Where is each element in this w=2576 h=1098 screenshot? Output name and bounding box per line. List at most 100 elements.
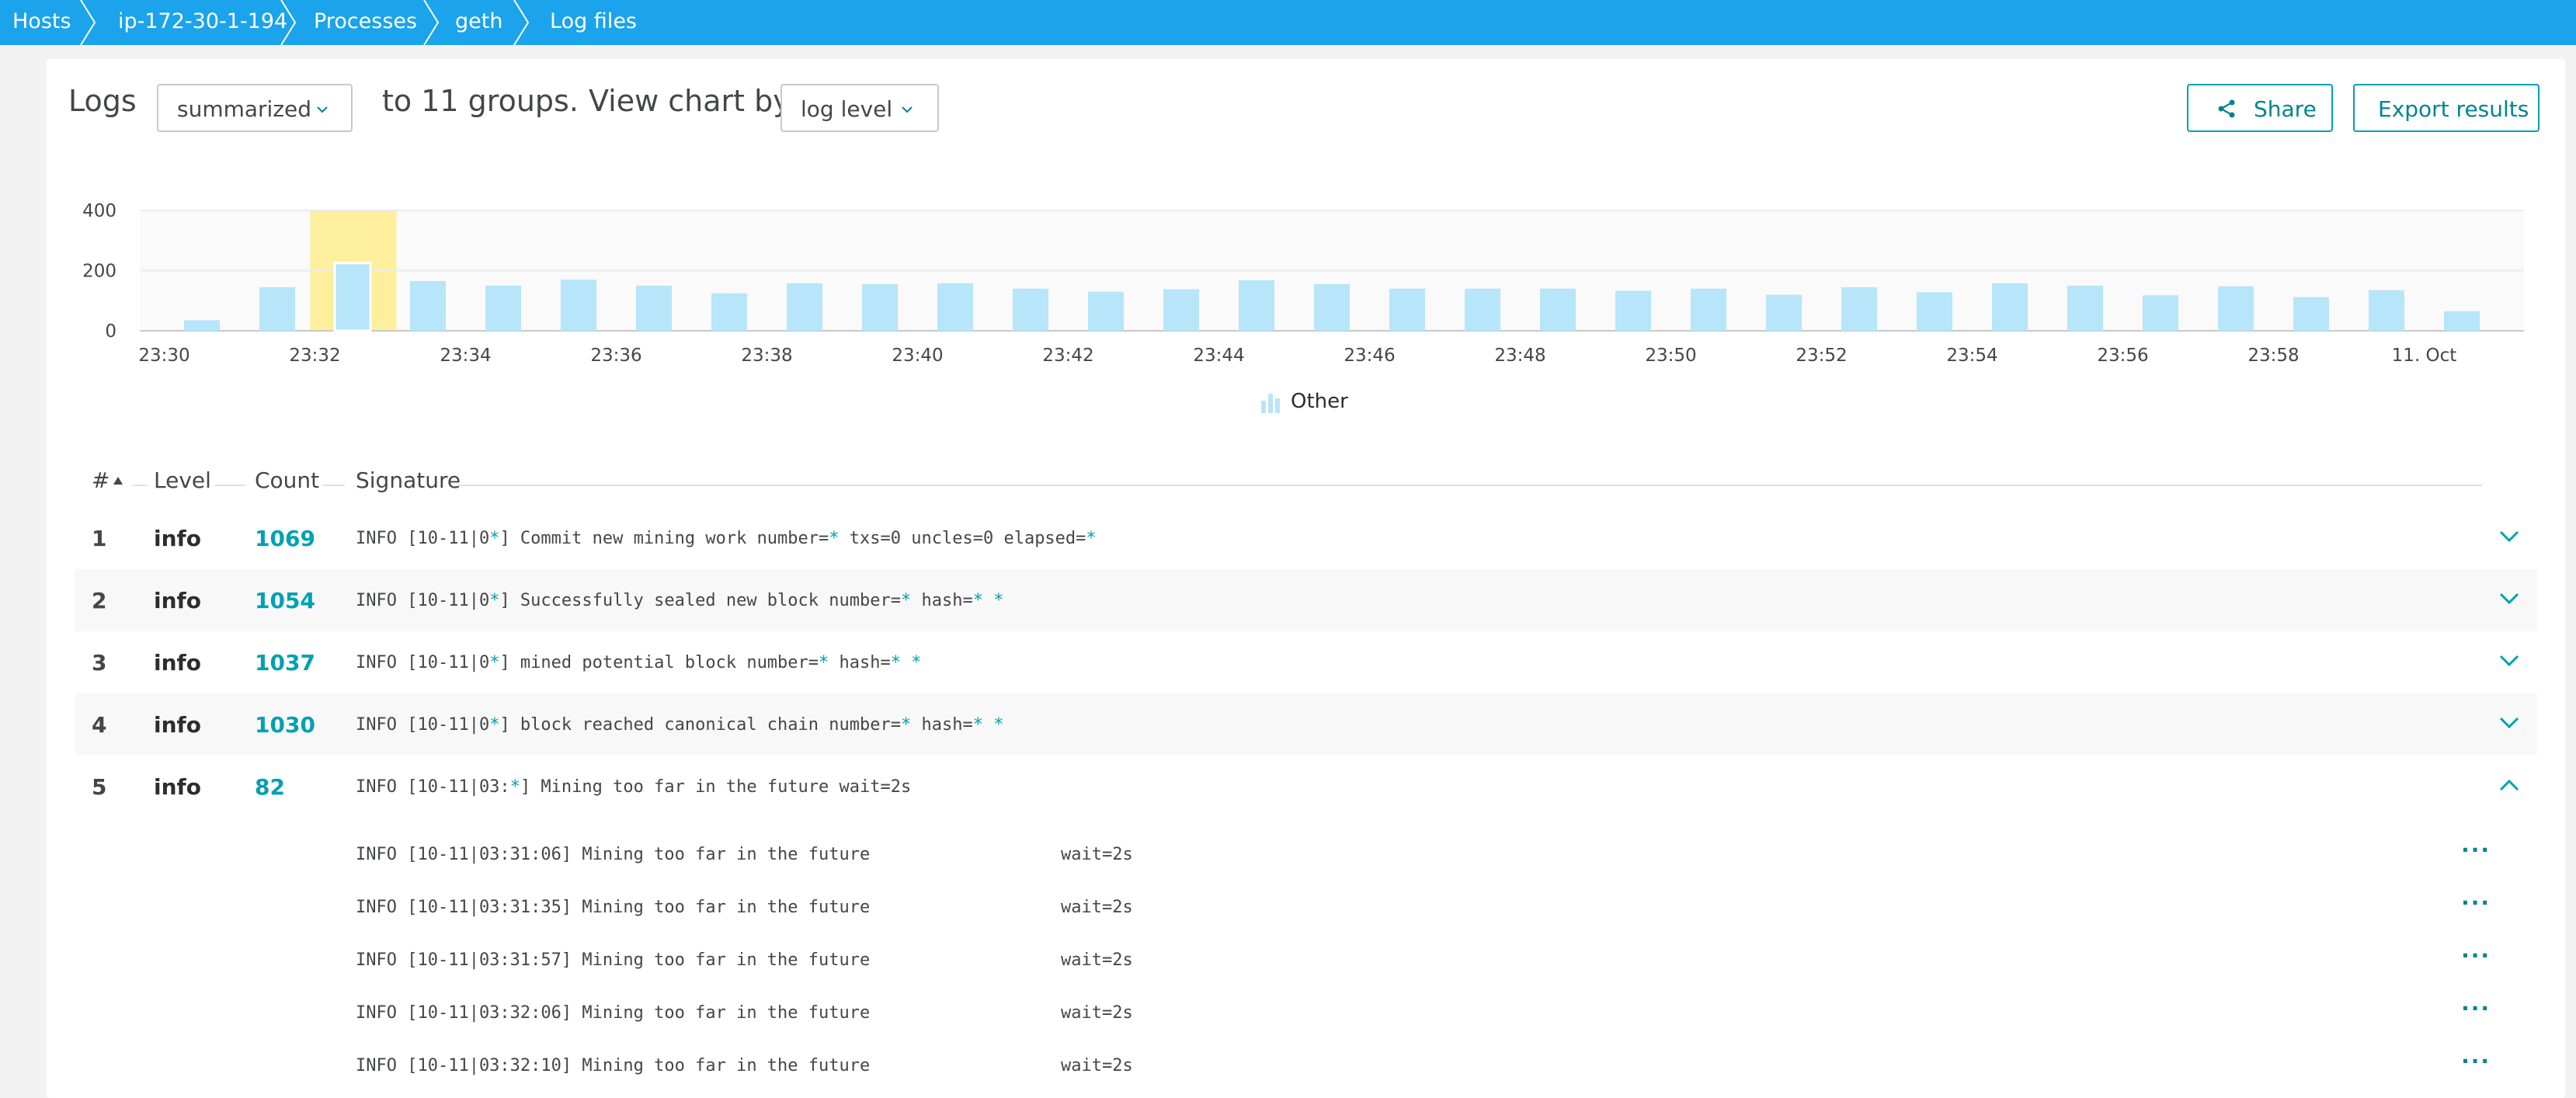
more-actions-icon[interactable]: ··· [2461, 943, 2491, 968]
more-actions-icon[interactable]: ··· [2461, 1048, 2491, 1074]
log-entry: INFO [10-11|03:31:06] Mining too far in … [356, 831, 2537, 877]
chart-bar[interactable] [1841, 287, 1877, 331]
row-number: 2 [92, 588, 107, 613]
chart-bar[interactable] [937, 283, 973, 331]
chart-bar[interactable] [410, 281, 446, 331]
chart-bar[interactable] [485, 285, 521, 331]
chart-bar[interactable] [2143, 295, 2178, 331]
chart-bar[interactable] [1615, 290, 1651, 331]
signature-text: txs=0 uncles=0 elapsed= [839, 529, 1086, 548]
chart-bar[interactable] [1691, 288, 1726, 331]
row-level: info [154, 526, 201, 551]
chart-bar[interactable] [711, 293, 747, 331]
header-divider [323, 485, 345, 486]
more-actions-icon[interactable]: ··· [2461, 837, 2491, 863]
row-count[interactable]: 1030 [255, 712, 315, 738]
chart-bar[interactable] [2369, 290, 2404, 331]
wildcard: * [901, 591, 912, 610]
signature-text: ] Commit new mining work number= [499, 529, 829, 548]
chart-bar[interactable] [1389, 288, 1425, 331]
chart-bar[interactable] [1540, 288, 1576, 331]
x-tick-label: 23:34 [440, 346, 491, 366]
chart-bar[interactable] [1465, 288, 1500, 331]
wildcard: * [993, 715, 1004, 735]
log-entry-message: INFO [10-11|03:31:06] Mining too far in … [356, 845, 871, 864]
log-entry: INFO [10-11|03:31:35] Mining too far in … [356, 884, 2537, 930]
row-level: info [154, 774, 201, 800]
chart-bar[interactable] [1917, 292, 1952, 331]
sort-ascending-icon[interactable] [112, 475, 124, 486]
x-tick-label: 23:58 [2247, 346, 2299, 366]
x-tick-label: 23:48 [1494, 346, 1545, 366]
log-entry-message: INFO [10-11|03:32:10] Mining too far in … [356, 1056, 871, 1075]
signature-text: ] block reached canonical chain number= [499, 715, 901, 735]
chevron-down-icon[interactable] [2498, 589, 2520, 608]
header-divider [458, 485, 2482, 486]
row-signature: INFO [10-11|0*] Successfully sealed new … [356, 591, 1003, 610]
legend-label-other: Other [1291, 390, 1348, 413]
x-tick-label: 23:36 [590, 346, 641, 366]
log-entry-attributes: wait=2s [1061, 1003, 1133, 1023]
chevron-down-icon[interactable] [2498, 652, 2520, 670]
more-actions-icon[interactable]: ··· [2461, 890, 2491, 916]
wildcard: * [972, 591, 983, 610]
chart-bar[interactable] [787, 283, 822, 331]
column-header-num[interactable]: # [92, 467, 110, 493]
chart-bar[interactable] [561, 280, 596, 331]
chevron-down-icon[interactable] [2498, 714, 2520, 732]
chevron-up-icon[interactable] [2498, 776, 2520, 794]
wildcard: * [972, 715, 983, 735]
wildcard: * [829, 529, 840, 548]
bar-chart-icon [1261, 394, 1280, 413]
log-entry: INFO [10-11|03:32:06] Mining too far in … [356, 989, 2537, 1036]
row-count[interactable]: 82 [255, 774, 285, 800]
chart-bar[interactable] [1314, 283, 1350, 331]
y-tick-label: 400 [82, 201, 116, 221]
log-entry-attributes: wait=2s [1061, 950, 1133, 970]
x-tick-label: 23:32 [289, 346, 340, 366]
wildcard: * [890, 653, 902, 672]
y-tick-label: 0 [105, 321, 116, 342]
chart-bar[interactable] [2293, 297, 2329, 331]
signature-text [983, 591, 993, 610]
row-count[interactable]: 1037 [255, 650, 315, 676]
more-actions-icon[interactable]: ··· [2461, 995, 2491, 1021]
row-level: info [154, 650, 201, 676]
signature-text: hash= [911, 591, 973, 610]
chart-bar[interactable] [1992, 283, 2028, 331]
table-row[interactable]: 1 info 1069 INFO [10-11|0*] Commit new mini… [75, 507, 2537, 569]
wildcard: * [911, 653, 922, 672]
column-header-signature[interactable]: Signature [356, 467, 461, 493]
chart-bar[interactable] [636, 285, 672, 331]
wildcard: * [489, 591, 500, 610]
row-count[interactable]: 1054 [255, 588, 315, 613]
chart-bar[interactable] [862, 283, 898, 331]
chart-bar[interactable] [1163, 289, 1199, 331]
x-tick-label: 23:44 [1193, 346, 1244, 366]
table-row[interactable]: 5 info 82 INFO [10-11|03:*] Mining too far … [75, 756, 2537, 818]
table-row[interactable]: 3 info 1037 INFO [10-11|0*] mined potential… [75, 631, 2537, 693]
chart-bar[interactable] [333, 262, 372, 332]
wildcard: * [901, 715, 912, 735]
chart-bar[interactable] [1766, 294, 1802, 332]
chart-bar[interactable] [259, 287, 295, 331]
wildcard: * [1086, 529, 1097, 548]
column-header-level[interactable]: Level [154, 467, 211, 493]
chart-bar[interactable] [2444, 311, 2480, 331]
row-count[interactable]: 1069 [255, 526, 315, 551]
table-row[interactable]: 4 info 1030 INFO [10-11|0*] block reached c… [75, 693, 2537, 756]
chart-bar[interactable] [184, 320, 220, 331]
chart-bar[interactable] [2067, 285, 2103, 331]
signature-text: ] mined potential block number= [499, 653, 819, 672]
column-header-count[interactable]: Count [255, 467, 319, 493]
chart-bar[interactable] [1013, 288, 1048, 331]
chart-bar[interactable] [1239, 280, 1274, 331]
chevron-down-icon[interactable] [2498, 527, 2520, 546]
signature-text: INFO [10-11|0 [356, 653, 490, 672]
chart-bar[interactable] [1088, 291, 1124, 331]
chart-bar[interactable] [2218, 286, 2254, 331]
header-divider [214, 485, 245, 486]
table-row[interactable]: 2 info 1054 INFO [10-11|0*] Successfully se… [75, 569, 2537, 631]
header-divider [132, 485, 148, 486]
y-tick-label: 200 [82, 262, 116, 282]
